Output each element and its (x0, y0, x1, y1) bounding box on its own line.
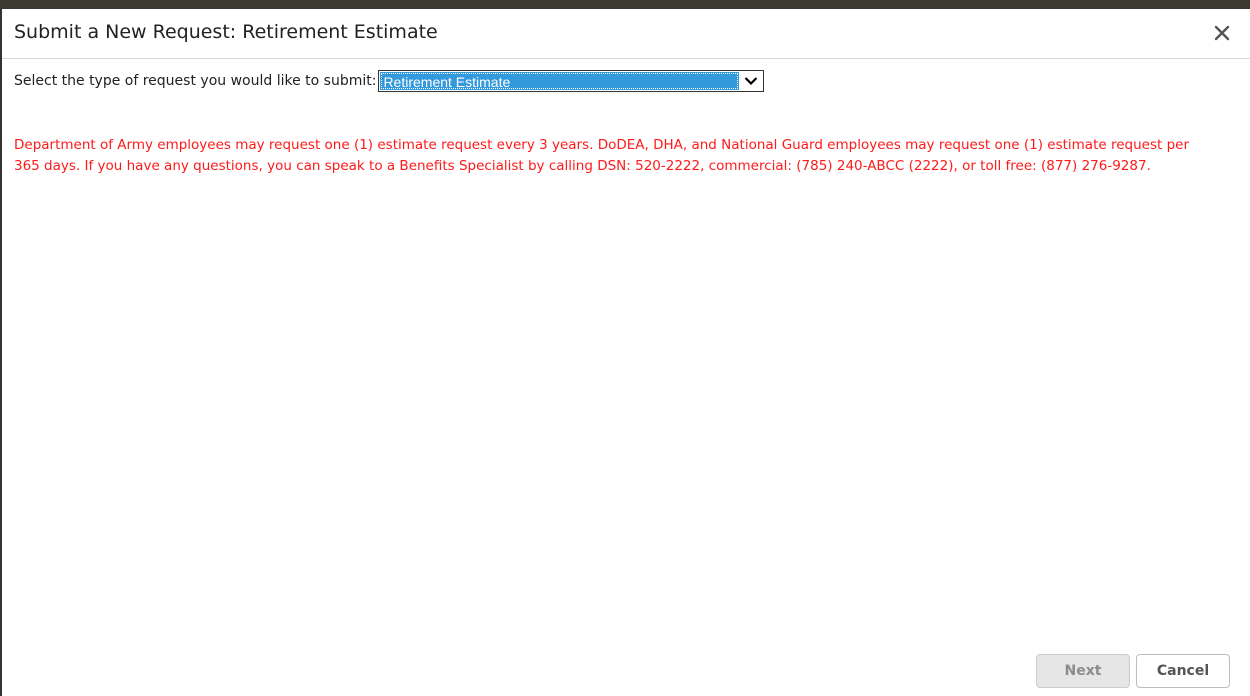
request-type-selected-value: Retirement Estimate (380, 72, 740, 90)
close-button[interactable] (1210, 21, 1234, 45)
eligibility-notice: Department of Army employees may request… (14, 137, 1190, 174)
dropdown-arrow[interactable] (739, 71, 763, 91)
request-dialog: Submit a New Request: Retirement Estimat… (0, 9, 1250, 696)
request-type-select[interactable]: Retirement Estimate (378, 70, 765, 92)
chevron-down-icon (745, 77, 758, 86)
dialog-titlebar: Submit a New Request: Retirement Estimat… (2, 9, 1250, 59)
request-type-row: Select the type of request you would lik… (14, 69, 1238, 93)
dialog-footer: Next Cancel (1036, 654, 1230, 688)
request-type-label: Select the type of request you would lik… (14, 73, 377, 89)
dialog-title: Submit a New Request: Retirement Estimat… (14, 21, 438, 43)
dialog-content: Select the type of request you would lik… (14, 69, 1238, 177)
close-icon (1214, 25, 1230, 41)
cancel-button[interactable]: Cancel (1136, 654, 1230, 688)
next-button[interactable]: Next (1036, 654, 1130, 688)
